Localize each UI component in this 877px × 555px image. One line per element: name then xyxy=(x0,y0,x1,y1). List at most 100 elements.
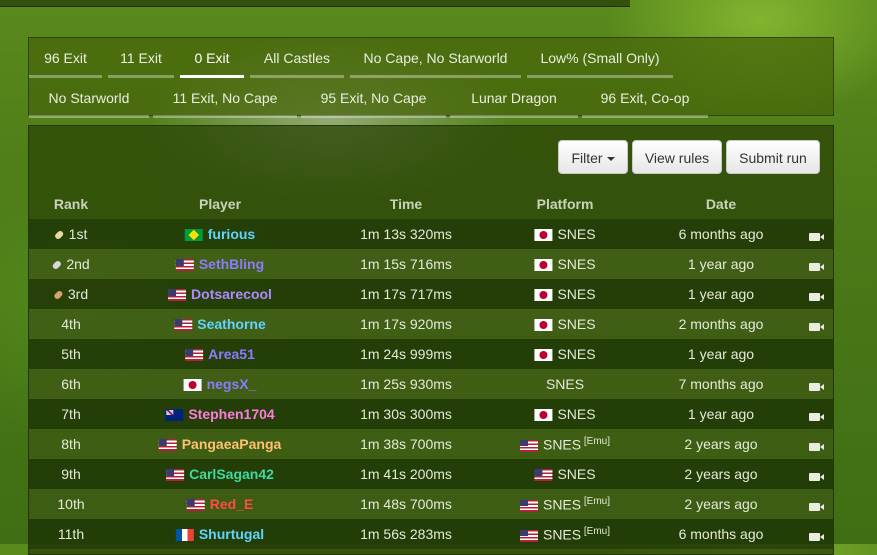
platform-label: SNES xyxy=(557,346,596,362)
platform-cell: SNES xyxy=(534,226,596,242)
player-cell[interactable]: furious xyxy=(184,226,255,242)
platform-cell: SNES xyxy=(534,316,596,332)
view-rules-button[interactable]: View rules xyxy=(632,140,722,174)
player-cell[interactable]: Dotsarecool xyxy=(168,286,272,302)
flag-br-icon xyxy=(184,229,203,242)
player-cell[interactable]: Red_E xyxy=(186,496,254,512)
player-name-link[interactable]: negsX_ xyxy=(207,376,257,392)
time-cell: 1m 30s 300ms xyxy=(360,406,452,422)
video-camera-icon[interactable] xyxy=(809,258,824,274)
flag-jp-icon xyxy=(534,319,553,332)
player-cell[interactable]: Shurtugal xyxy=(175,526,264,542)
col-player[interactable]: Player xyxy=(199,196,241,212)
table-row[interactable]: 7th Stephen1704 1m 30s 300ms SNES 1 year ago xyxy=(29,399,833,429)
video-camera-icon[interactable] xyxy=(809,468,824,484)
col-rank[interactable]: Rank xyxy=(54,196,88,212)
flag-jp-icon xyxy=(534,259,553,272)
player-cell[interactable]: PangaeaPanga xyxy=(158,436,282,452)
video-camera-icon[interactable] xyxy=(809,228,824,244)
table-row[interactable]: 10th Red_E 1m 48s 700ms SNES [Emu] 2 years a… xyxy=(29,489,833,519)
col-date[interactable]: Date xyxy=(706,196,736,212)
tab-no-cape-no-starworld[interactable]: No Cape, No Starworld xyxy=(350,38,521,78)
table-row[interactable]: 3rd Dotsarecool 1m 17s 717ms SNES 1 year ago xyxy=(29,279,833,309)
table-row[interactable]: 2nd SethBling 1m 15s 716ms SNES 1 year ago xyxy=(29,249,833,279)
player-name-link[interactable]: PangaeaPanga xyxy=(182,436,282,452)
video-camera-icon[interactable] xyxy=(809,498,824,514)
top-strip xyxy=(0,0,630,7)
table-row[interactable]: 5th Area51 1m 24s 999ms SNES 1 year ago xyxy=(29,339,833,369)
player-name-link[interactable]: CarlSagan42 xyxy=(189,466,274,482)
date-cell: 2 years ago xyxy=(684,436,758,452)
table-row[interactable]: 1st furious 1m 13s 320ms SNES 6 months ago xyxy=(29,219,833,249)
flag-us-icon xyxy=(519,439,538,452)
platform-cell: SNES xyxy=(534,466,596,482)
flag-us-icon xyxy=(174,319,193,332)
player-cell[interactable]: CarlSagan42 xyxy=(166,466,274,482)
tab-all-castles[interactable]: All Castles xyxy=(250,38,344,78)
time-cell: 1m 17s 717ms xyxy=(360,286,452,302)
filter-button[interactable]: Filter xyxy=(558,140,628,174)
date-cell: 6 months ago xyxy=(678,226,764,242)
video-camera-icon[interactable] xyxy=(809,408,824,424)
rank-label: 4th xyxy=(61,316,81,332)
col-time[interactable]: Time xyxy=(390,196,422,212)
player-name-link[interactable]: Red_E xyxy=(210,496,254,512)
rank-label: 1st xyxy=(68,226,88,242)
video-camera-icon[interactable] xyxy=(809,438,824,454)
player-name-link[interactable]: SethBling xyxy=(199,256,264,272)
player-name-link[interactable]: Area51 xyxy=(208,346,255,362)
submit-run-button[interactable]: Submit run xyxy=(726,140,820,174)
flag-us-icon xyxy=(519,529,538,542)
table-header: Rank Player Time Platform Date xyxy=(29,189,833,219)
leaderboard-panel: Filter View rules Submit run Rank Player… xyxy=(28,125,834,555)
rank-cell: 8th xyxy=(61,436,80,452)
rank-label: 6th xyxy=(61,376,81,392)
tab-lunar-dragon[interactable]: Lunar Dragon xyxy=(450,78,578,118)
player-cell[interactable]: negsX_ xyxy=(183,376,257,392)
player-cell[interactable]: Seathorne xyxy=(174,316,266,332)
table-row[interactable]: 9th CarlSagan42 1m 41s 200ms SNES 2 years ag… xyxy=(29,459,833,489)
video-camera-icon[interactable] xyxy=(809,528,824,544)
player-name-link[interactable]: Shurtugal xyxy=(199,526,264,542)
tab-low-small-only[interactable]: Low% (Small Only) xyxy=(527,38,673,78)
player-cell[interactable]: SethBling xyxy=(175,256,264,272)
emulator-badge: [Emu] xyxy=(581,436,611,447)
tab-95-exit-no-cape[interactable]: 95 Exit, No Cape xyxy=(301,78,446,118)
flag-us-icon xyxy=(175,259,194,272)
date-cell: 2 years ago xyxy=(684,496,758,512)
tab-no-starworld[interactable]: No Starworld xyxy=(29,78,149,118)
video-camera-icon[interactable] xyxy=(809,288,824,304)
rank-cell: 1st xyxy=(53,226,88,242)
platform-label: SNES xyxy=(557,406,596,422)
flag-jp-icon xyxy=(183,379,202,392)
player-name-link[interactable]: furious xyxy=(208,226,255,242)
rank-cell: 3rd xyxy=(53,286,88,302)
tab-0-exit[interactable]: 0 Exit xyxy=(180,38,244,78)
tab-96-exit[interactable]: 96 Exit xyxy=(29,38,102,78)
tab-11-exit[interactable]: 11 Exit xyxy=(108,38,174,78)
tab-96-exit-co-op[interactable]: 96 Exit, Co-op xyxy=(582,78,708,118)
platform-label: SNES xyxy=(557,256,596,272)
time-cell: 1m 24s 999ms xyxy=(360,346,452,362)
table-row[interactable]: 6th negsX_ 1m 25s 930ms SNES 7 months ago xyxy=(29,369,833,399)
table-row[interactable]: 4th Seathorne 1m 17s 920ms SNES 2 months ago xyxy=(29,309,833,339)
flag-jp-icon xyxy=(534,289,553,302)
player-cell[interactable]: Area51 xyxy=(185,346,255,362)
player-cell[interactable]: Stephen1704 xyxy=(165,406,275,422)
rank-label: 10th xyxy=(57,496,85,512)
video-camera-icon[interactable] xyxy=(809,378,824,394)
tab-11-exit-no-cape[interactable]: 11 Exit, No Cape xyxy=(153,78,297,118)
video-camera-icon[interactable] xyxy=(809,318,824,334)
rank-label: 11th xyxy=(57,526,85,542)
col-platform[interactable]: Platform xyxy=(537,196,594,212)
rank-cell: 5th xyxy=(61,346,80,362)
table-row[interactable]: 8th PangaeaPanga 1m 38s 700ms SNES [Emu] 2 y… xyxy=(29,429,833,459)
flag-us-icon xyxy=(519,499,538,512)
filter-label: Filter xyxy=(571,150,603,166)
player-name-link[interactable]: Seathorne xyxy=(197,316,265,332)
flag-us-icon xyxy=(168,289,187,302)
rank-cell: 4th xyxy=(61,316,80,332)
player-name-link[interactable]: Dotsarecool xyxy=(191,286,272,302)
player-name-link[interactable]: Stephen1704 xyxy=(188,406,274,422)
table-row[interactable]: 11th Shurtugal 1m 56s 283ms SNES [Emu] 6 mon… xyxy=(29,519,833,549)
